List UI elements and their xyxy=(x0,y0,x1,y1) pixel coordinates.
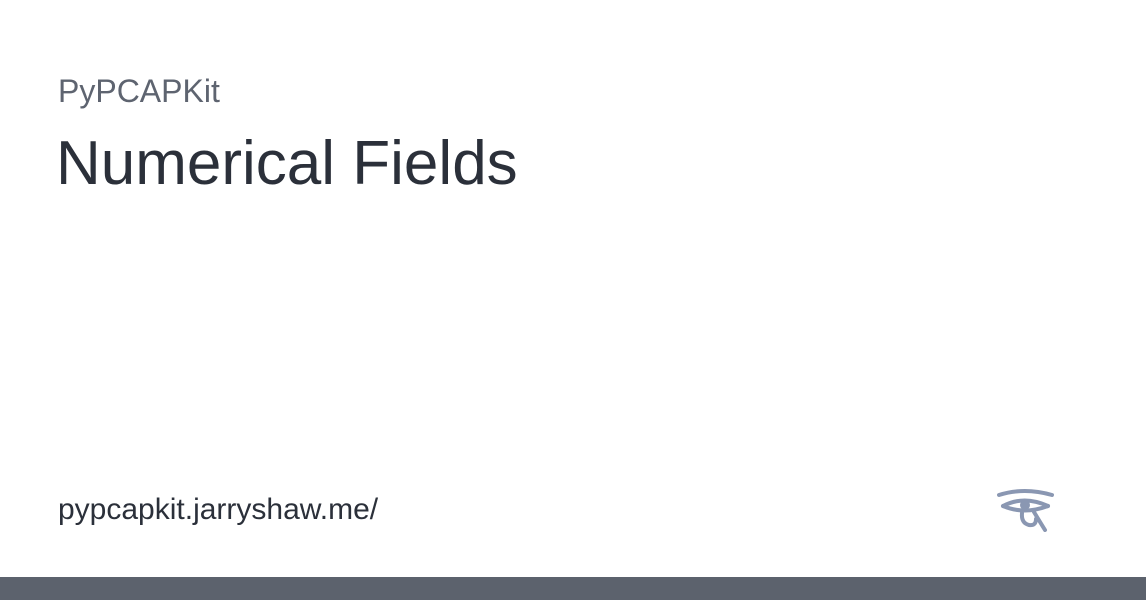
page-title: Numerical Fields xyxy=(56,129,518,198)
eye-of-horus-icon xyxy=(997,489,1054,532)
social-card: PyPCAPKit Numerical Fields pypcapkit.jar… xyxy=(0,0,1146,600)
site-name: PyPCAPKit xyxy=(58,73,220,109)
site-url: pypcapkit.jarryshaw.me/ xyxy=(58,493,379,526)
bottom-bar xyxy=(0,577,1146,600)
